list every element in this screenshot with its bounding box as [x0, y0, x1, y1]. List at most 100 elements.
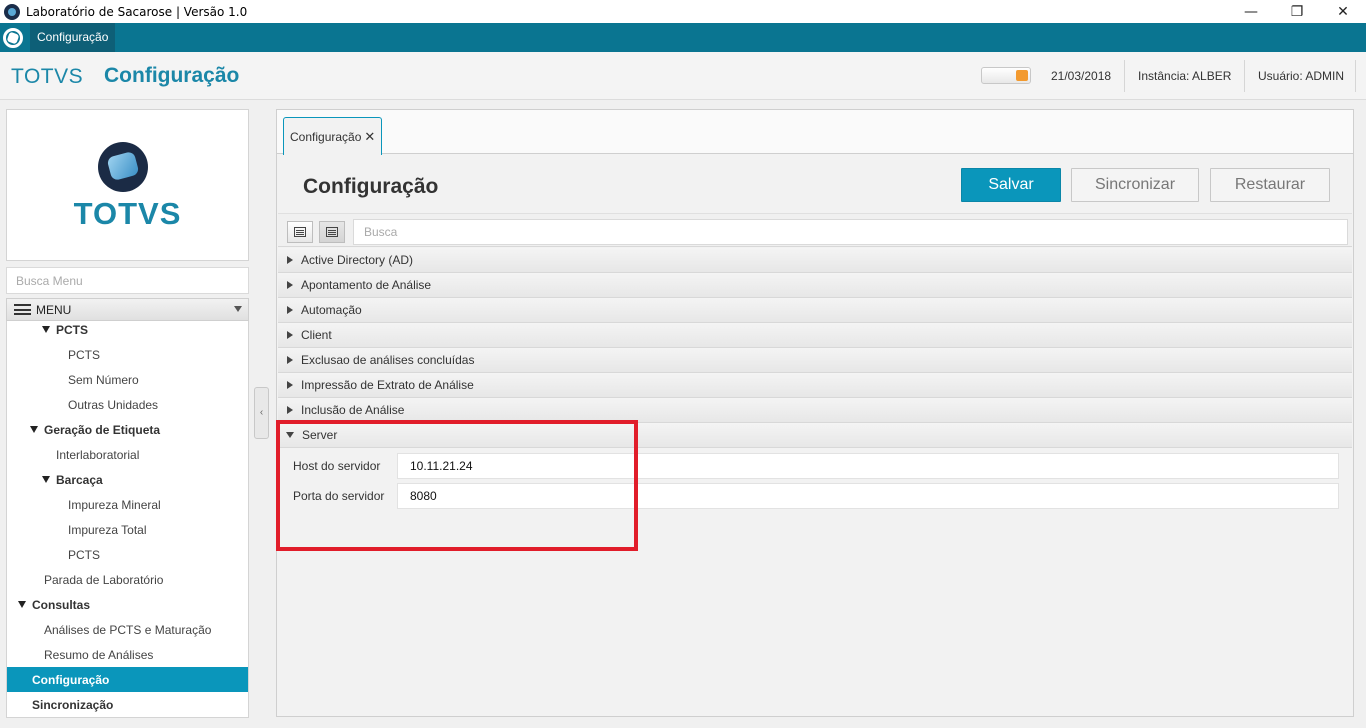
section-active-directory[interactable]: Active Directory (AD) — [278, 248, 1352, 273]
section-label: Apontamento de Análise — [301, 278, 432, 292]
list-toolbar — [278, 213, 1352, 247]
tree-item-label: Sem Número — [68, 372, 139, 387]
section-label: Automação — [301, 303, 362, 317]
app-header: TOTVS Configuração 21/03/2018 Instância:… — [0, 52, 1366, 100]
sync-button[interactable]: Sincronizar — [1071, 168, 1199, 202]
section-impressao-extrato[interactable]: Impressão de Extrato de Análise — [278, 373, 1352, 398]
list-view-button[interactable] — [287, 221, 313, 243]
tree-item-label: PCTS — [56, 322, 89, 337]
window-controls: — ❐ ✕ — [1228, 0, 1366, 23]
page-title: Configuração — [303, 175, 439, 198]
restore-button[interactable]: Restaurar — [1210, 168, 1330, 202]
expand-arrow-icon — [287, 281, 293, 289]
tree-item-interlaboratorial[interactable]: Interlaboratorial — [7, 442, 248, 467]
tree-item-label: Configuração — [32, 672, 110, 687]
expand-arrow-icon — [287, 406, 293, 414]
expand-triangle-icon — [42, 326, 50, 333]
tree-item-label: Impureza Total — [68, 522, 147, 537]
header-divider — [1355, 60, 1356, 92]
section-label: Inclusão de Análise — [301, 403, 405, 417]
tree-item-label: Análises de PCTS e Maturação — [44, 622, 212, 637]
maximize-button[interactable]: ❐ — [1274, 0, 1320, 23]
tab-bar: Configuração ✕ — [277, 110, 1353, 155]
toggle-knob — [1016, 70, 1028, 81]
expand-arrow-icon — [287, 306, 293, 314]
header-instance: Instância: ALBER — [1138, 69, 1232, 83]
tree-item-label: Impureza Mineral — [68, 497, 161, 512]
tab-configuracao[interactable]: Configuração ✕ — [283, 117, 383, 155]
app-menubar: Configuração — [0, 23, 1366, 52]
sidebar-logo-box: TOTVS — [6, 109, 249, 261]
section-label: Client — [301, 328, 332, 342]
section-label: Impressão de Extrato de Análise — [301, 378, 474, 392]
expand-arrow-icon — [287, 381, 293, 389]
close-icon[interactable]: ✕ — [364, 129, 375, 145]
header-date: 21/03/2018 — [1051, 69, 1112, 83]
host-label: Host do servidor — [293, 459, 381, 473]
tree-item-consultas[interactable]: Consultas — [7, 592, 248, 617]
tree-view-button[interactable] — [319, 221, 345, 243]
port-input[interactable] — [397, 483, 1339, 509]
sidebar-collapse-button[interactable]: ‹ — [254, 387, 269, 439]
tree-item-label: Barcaça — [56, 472, 103, 487]
header-page-title: Configuração — [104, 64, 240, 87]
config-search-input[interactable] — [353, 219, 1348, 245]
totvs-icon — [3, 27, 23, 48]
tree-item-label: Resumo de Análises — [44, 647, 154, 662]
tree-item-label: Sincronização — [32, 697, 114, 712]
totvs-logo-icon — [98, 142, 148, 192]
tree-item-geracao-etiqueta[interactable]: Geração de Etiqueta — [7, 417, 248, 442]
section-inclusao-analise[interactable]: Inclusão de Análise — [278, 398, 1352, 423]
save-button[interactable]: Salvar — [961, 168, 1061, 202]
section-automacao[interactable]: Automação — [278, 298, 1352, 323]
app-logo-icon — [4, 3, 20, 20]
window-title: Laboratório de Sacarose | Versão 1.0 — [26, 4, 248, 19]
tree-item-label: Interlaboratorial — [56, 447, 140, 462]
tree-item-label: Outras Unidades — [68, 397, 159, 412]
tree-item-pcts-group[interactable]: PCTS — [7, 321, 248, 342]
tree-item-barcaca-pcts[interactable]: PCTS — [7, 542, 248, 567]
section-server[interactable]: Server — [278, 423, 1352, 448]
port-label: Porta do servidor — [293, 489, 385, 503]
tree-item-sem-numero[interactable]: Sem Número — [7, 367, 248, 392]
expand-triangle-icon — [18, 601, 26, 608]
chevron-down-icon — [234, 306, 242, 312]
expand-arrow-icon — [287, 331, 293, 339]
tree-item-barcaca[interactable]: Barcaça — [7, 467, 248, 492]
header-user: Usuário: ADMIN — [1258, 69, 1345, 83]
section-apontamento-analise[interactable]: Apontamento de Análise — [278, 273, 1352, 298]
menu-search-input[interactable] — [6, 267, 249, 294]
tree-item-analises-pcts-maturacao[interactable]: Análises de PCTS e Maturação — [7, 617, 248, 642]
host-input[interactable] — [397, 453, 1339, 479]
tree-item-label: PCTS — [68, 347, 101, 362]
tree-item-configuracao[interactable]: Configuração — [7, 667, 248, 692]
expand-arrow-icon — [287, 256, 293, 264]
tree-item-impureza-total[interactable]: Impureza Total — [7, 517, 248, 542]
close-window-button[interactable]: ✕ — [1320, 0, 1366, 23]
tree-item-sincronizacao[interactable]: Sincronização — [7, 692, 248, 717]
status-toggle[interactable] — [981, 67, 1031, 84]
tree-item-label: Consultas — [32, 597, 91, 612]
menubar-item-configuracao[interactable]: Configuração — [30, 23, 116, 52]
section-client[interactable]: Client — [278, 323, 1352, 348]
tree-item-parada-laboratorio[interactable]: Parada de Laboratório — [7, 567, 248, 592]
tree-item-outras-unidades[interactable]: Outras Unidades — [7, 392, 248, 417]
section-label: Server — [302, 428, 338, 442]
hamburger-icon — [14, 304, 31, 315]
section-label: Active Directory (AD) — [301, 253, 414, 267]
brand-name: TOTVS — [11, 65, 84, 88]
section-label: Exclusao de análises concluídas — [301, 353, 475, 367]
tab-label: Configuração — [290, 129, 362, 144]
menu-header[interactable]: MENU — [6, 298, 249, 321]
minimize-button[interactable]: — — [1228, 0, 1274, 23]
expand-triangle-icon — [30, 426, 38, 433]
section-exclusao-analises[interactable]: Exclusao de análises concluídas — [278, 348, 1352, 373]
tree-item-pcts[interactable]: PCTS — [7, 342, 248, 367]
header-divider — [1124, 60, 1125, 92]
app-window: Laboratório de Sacarose | Versão 1.0 — ❐… — [0, 0, 1366, 728]
tree-item-resumo-analises[interactable]: Resumo de Análises — [7, 642, 248, 667]
expand-arrow-icon — [287, 356, 293, 364]
tree-item-impureza-mineral[interactable]: Impureza Mineral — [7, 492, 248, 517]
expand-triangle-icon — [42, 476, 50, 483]
window-titlebar: Laboratório de Sacarose | Versão 1.0 — ❐… — [0, 0, 1366, 23]
